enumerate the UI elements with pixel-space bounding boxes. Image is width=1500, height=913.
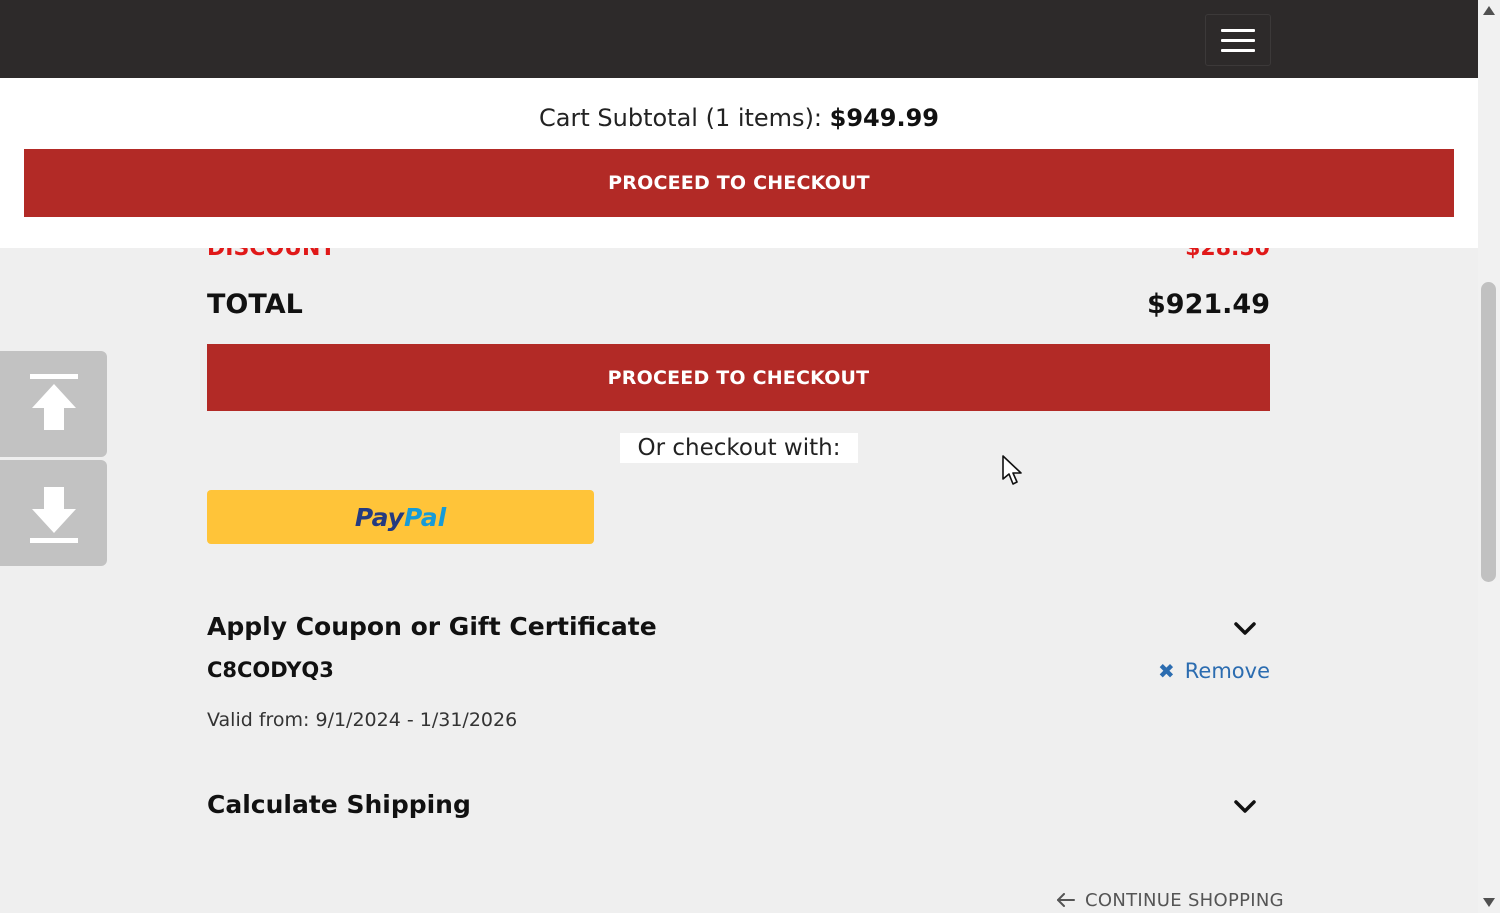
coupon-section-toggle[interactable]: Apply Coupon or Gift Certificate xyxy=(207,612,657,641)
hamburger-icon xyxy=(1221,48,1255,52)
menu-button[interactable] xyxy=(1205,14,1271,66)
arrow-left-icon xyxy=(1057,893,1075,907)
paypal-logo-part2: Pal xyxy=(403,502,447,532)
shipping-section-toggle[interactable]: Calculate Shipping xyxy=(207,790,471,819)
checkout-button[interactable]: PROCEED TO CHECKOUT xyxy=(207,344,1270,411)
sticky-checkout-button[interactable]: PROCEED TO CHECKOUT xyxy=(24,149,1454,217)
sticky-subtotal-bar: Cart Subtotal (1 items): $949.99 PROCEED… xyxy=(0,78,1478,248)
subtotal-value: $949.99 xyxy=(829,104,939,132)
scroll-up-arrow[interactable] xyxy=(1483,6,1495,15)
chevron-down-icon[interactable] xyxy=(1232,620,1258,638)
remove-coupon-link[interactable]: ✖ Remove xyxy=(1158,658,1270,684)
cart-subtotal: Cart Subtotal (1 items): $949.99 xyxy=(0,104,1478,132)
total-value: $921.49 xyxy=(1147,289,1270,320)
scroll-top-button[interactable] xyxy=(0,351,107,457)
mouse-cursor-icon xyxy=(1002,455,1022,485)
continue-shopping-link[interactable]: CONTINUE SHOPPING xyxy=(1057,887,1284,913)
alt-checkout-label: Or checkout with: xyxy=(620,433,858,463)
scroll-bottom-button[interactable] xyxy=(0,460,107,566)
coupon-validity: Valid from: 9/1/2024 - 1/31/2026 xyxy=(207,709,518,731)
hamburger-icon xyxy=(1221,28,1255,32)
arrow-down-icon xyxy=(29,487,78,543)
continue-shopping-label: CONTINUE SHOPPING xyxy=(1085,889,1284,911)
remove-label: Remove xyxy=(1184,659,1270,683)
chevron-down-icon[interactable] xyxy=(1232,798,1258,816)
arrow-up-icon xyxy=(29,374,78,430)
scrollbar-thumb[interactable] xyxy=(1481,282,1496,582)
hamburger-icon xyxy=(1221,38,1255,42)
scroll-down-arrow[interactable] xyxy=(1483,898,1495,907)
total-label: TOTAL xyxy=(207,289,303,320)
close-icon: ✖ xyxy=(1158,659,1175,683)
applied-coupon-code: C8CODYQ3 xyxy=(207,658,334,682)
top-header xyxy=(0,0,1478,78)
paypal-logo-part1: Pay xyxy=(354,502,404,532)
total-row: TOTAL $921.49 xyxy=(207,289,1270,323)
subtotal-label: Cart Subtotal (1 items): xyxy=(539,104,823,132)
paypal-button[interactable]: Pay Pal xyxy=(207,490,594,544)
